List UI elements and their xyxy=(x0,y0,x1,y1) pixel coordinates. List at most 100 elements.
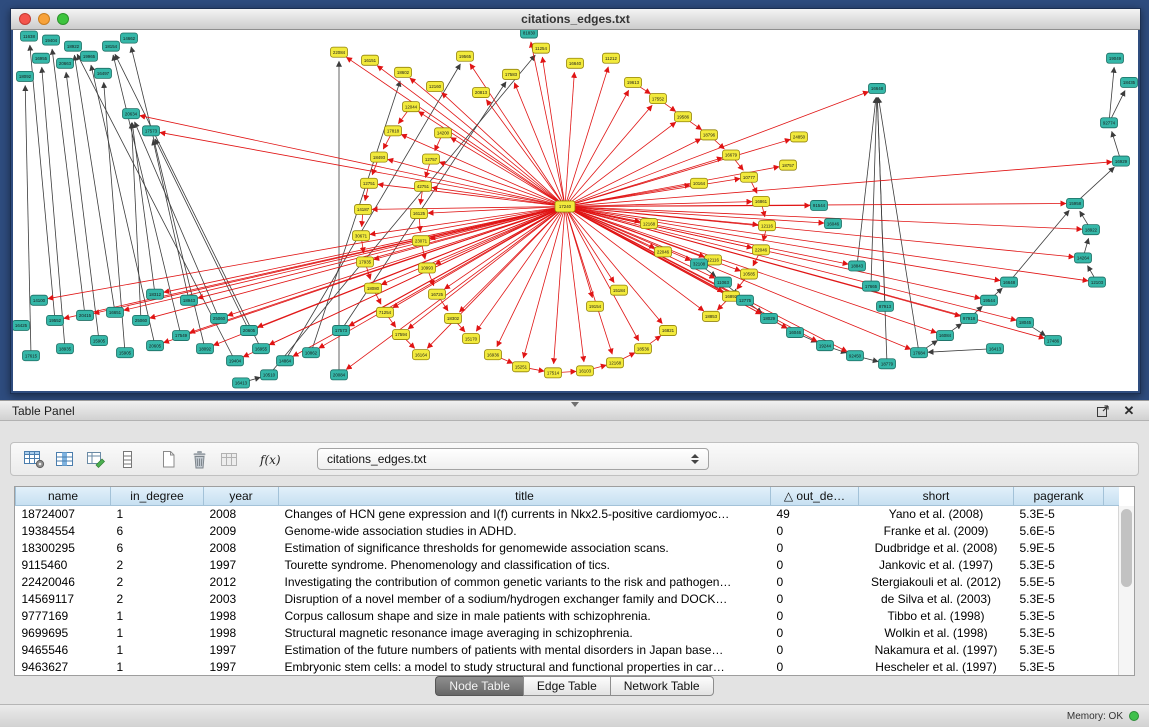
graph-node[interactable]: 15170 xyxy=(463,334,480,344)
import-table-icon[interactable] xyxy=(217,447,243,471)
graph-node[interactable]: 15905 xyxy=(91,336,108,346)
graph-node[interactable]: 16046 xyxy=(825,219,842,229)
table-settings-icon[interactable] xyxy=(21,447,47,471)
tab-edge-table[interactable]: Edge Table xyxy=(523,676,610,696)
graph-node[interactable]: 16936 xyxy=(485,350,502,360)
graph-node[interactable]: 91544 xyxy=(811,200,828,210)
graph-node[interactable]: 18796 xyxy=(701,130,718,140)
table-cell[interactable]: 1 xyxy=(111,658,204,675)
column-header[interactable]: short xyxy=(859,487,1014,505)
graph-node[interactable]: 17573 xyxy=(143,126,160,136)
table-cell[interactable]: 5.3E-5 xyxy=(1014,505,1104,522)
graph-node[interactable]: 71254 xyxy=(377,307,394,317)
graph-node[interactable]: 16413 xyxy=(987,344,1004,354)
table-cell[interactable]: 5.3E-5 xyxy=(1014,590,1104,607)
graph-edge[interactable] xyxy=(419,112,565,207)
graph-node[interactable]: 19049 xyxy=(1107,53,1124,63)
graph-node[interactable]: 17665 xyxy=(863,281,880,291)
table-scrollbar-thumb[interactable] xyxy=(1121,509,1132,587)
graph-node[interactable]: 22046 xyxy=(753,245,770,255)
graph-edge[interactable] xyxy=(565,206,584,361)
graph-node[interactable]: 22046 xyxy=(655,247,672,257)
table-cell[interactable]: Genome-wide association studies in ADHD. xyxy=(279,522,771,539)
table-cell[interactable]: Jankovic et al. (1997) xyxy=(859,556,1014,573)
table-row[interactable]: 946362711997Embryonic stem cells: a mode… xyxy=(16,658,1120,675)
graph-edge[interactable] xyxy=(565,206,817,341)
table-cell[interactable]: 1998 xyxy=(204,624,279,641)
graph-edge[interactable] xyxy=(928,349,995,353)
graph-node[interactable]: 17486 xyxy=(1045,336,1062,346)
table-cell[interactable]: Structural magnetic resonance image aver… xyxy=(279,624,771,641)
graph-node[interactable]: 20415 xyxy=(77,310,94,320)
graph-node[interactable]: 17552 xyxy=(650,94,667,104)
graph-edge[interactable] xyxy=(565,90,629,206)
table-cell[interactable]: 5.3E-5 xyxy=(1014,556,1104,573)
table-cell[interactable]: Estimation of significance thresholds fo… xyxy=(279,539,771,556)
table-cell[interactable]: 5.3E-5 xyxy=(1014,641,1104,658)
graph-edge[interactable] xyxy=(565,206,847,351)
table-cell[interactable]: 0 xyxy=(771,522,859,539)
table-cell[interactable]: Corpus callosum shape and size in male p… xyxy=(279,607,771,624)
graph-node[interactable]: 16497 xyxy=(95,68,112,78)
table-cell[interactable]: 22420046 xyxy=(16,573,111,590)
table-cell[interactable]: 9115460 xyxy=(16,556,111,573)
graph-edge[interactable] xyxy=(877,98,887,364)
table-cell[interactable]: Yano et al. (2008) xyxy=(859,505,1014,522)
close-panel-icon[interactable]: ✕ xyxy=(1121,404,1137,418)
table-cell[interactable]: 1997 xyxy=(204,556,279,573)
graph-node[interactable]: 20813 xyxy=(473,87,490,97)
table-cell[interactable]: Investigating the contribution of common… xyxy=(279,573,771,590)
graph-node[interactable]: 11638 xyxy=(21,31,38,41)
graph-node[interactable]: 10862 xyxy=(303,348,320,358)
table-cell[interactable]: 2008 xyxy=(204,539,279,556)
graph-node[interactable]: 16164 xyxy=(413,350,430,360)
graph-node[interactable]: 12044 xyxy=(403,102,420,112)
graph-node[interactable]: 14100 xyxy=(31,295,48,305)
column-header[interactable]: △ out_de… xyxy=(771,487,859,505)
network-graph[interactable]: 1724022084161511860212160195652081317583… xyxy=(13,30,1138,391)
table-cell[interactable]: 5.3E-5 xyxy=(1014,658,1104,675)
graph-node[interactable]: 18435 xyxy=(1121,77,1138,87)
graph-edge[interactable] xyxy=(565,92,869,207)
table-cell[interactable]: 2003 xyxy=(204,590,279,607)
graph-node[interactable]: 17514 xyxy=(545,368,562,378)
graph-node[interactable]: 16413 xyxy=(233,378,250,388)
graph-node[interactable]: 23071 xyxy=(413,236,430,246)
graph-edge[interactable] xyxy=(565,67,608,207)
graph-edge[interactable] xyxy=(153,140,189,301)
graph-node[interactable]: 16651 xyxy=(107,307,124,317)
graph-node[interactable]: 16929 xyxy=(1113,156,1130,166)
graph-node[interactable]: 18536 xyxy=(635,344,652,354)
table-cell[interactable]: Embryonic stem cells: a model to study s… xyxy=(279,658,771,675)
table-cell[interactable]: Tourette syndrome. Phenomenology and cla… xyxy=(279,556,771,573)
graph-node[interactable]: 19154 xyxy=(587,301,604,311)
table-cell[interactable]: 1 xyxy=(111,624,204,641)
graph-edge[interactable] xyxy=(1009,210,1069,282)
table-cell[interactable]: 6 xyxy=(111,539,204,556)
table-cell[interactable]: 9465546 xyxy=(16,641,111,658)
graph-edge[interactable] xyxy=(565,122,676,206)
graph-edge[interactable] xyxy=(155,139,249,331)
table-cell[interactable]: 18724007 xyxy=(16,505,111,522)
graph-node[interactable]: 17573 xyxy=(333,325,350,335)
graph-node[interactable]: 12775 xyxy=(737,295,754,305)
graph-node[interactable]: 19613 xyxy=(625,77,642,87)
table-cell[interactable]: Estimation of the future numbers of pati… xyxy=(279,641,771,658)
graph-node[interactable]: 18092 xyxy=(17,71,34,81)
graph-node[interactable]: 16084 xyxy=(937,330,954,340)
graph-node[interactable]: 12751 xyxy=(361,178,378,188)
table-cell[interactable]: 9699695 xyxy=(16,624,111,641)
graph-edge[interactable] xyxy=(565,72,574,206)
table-cell[interactable]: Hescheler et al. (1997) xyxy=(859,658,1014,675)
graph-node[interactable]: 19244 xyxy=(817,341,834,351)
splitter-handle[interactable] xyxy=(564,400,586,408)
graph-node[interactable]: 18935 xyxy=(57,344,74,354)
graph-node[interactable]: 19552 xyxy=(47,315,64,325)
graph-node[interactable]: 12103 xyxy=(1089,277,1106,287)
graph-node[interactable]: 16861 xyxy=(753,196,770,206)
graph-node[interactable]: 19586 xyxy=(675,112,692,122)
graph-node[interactable]: 11212 xyxy=(603,53,620,63)
table-cell[interactable]: 1998 xyxy=(204,607,279,624)
graph-node[interactable]: 18154 xyxy=(103,41,120,51)
table-cell[interactable]: 9777169 xyxy=(16,607,111,624)
